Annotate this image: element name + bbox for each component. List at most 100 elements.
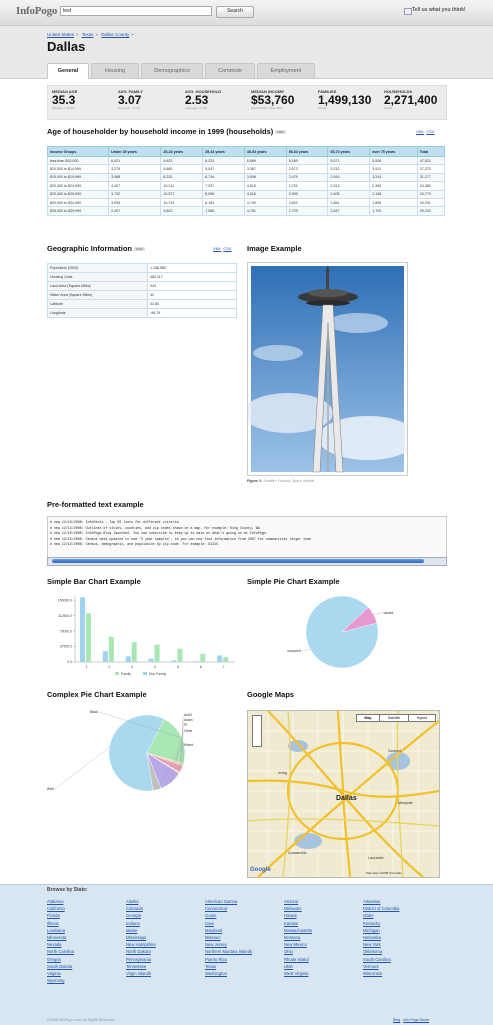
state-link[interactable]: Montana: [284, 934, 312, 941]
table-cell: 2,158: [370, 190, 418, 198]
state-link[interactable]: Wyoming: [47, 977, 74, 984]
map-type-satellite-button[interactable]: Satellite: [379, 714, 409, 722]
state-link[interactable]: Utah: [284, 963, 312, 970]
breadcrumb-link[interactable]: United States: [47, 32, 74, 37]
state-link[interactable]: Alaska: [126, 898, 156, 905]
state-link[interactable]: Connecticut: [205, 905, 252, 912]
state-link[interactable]: Alabama: [47, 898, 74, 905]
tab-commute[interactable]: Commute: [205, 63, 255, 78]
google-map[interactable]: Map Satellite Hybrid Dallas Irving Garla…: [247, 710, 440, 878]
state-link[interactable]: New Jersey: [205, 941, 252, 948]
state-link[interactable]: Oregon: [47, 956, 74, 963]
table-cell: 5,071: [328, 157, 370, 165]
state-link[interactable]: Tennessee: [126, 963, 156, 970]
state-link[interactable]: Guam: [205, 912, 252, 919]
state-link[interactable]: North Dakota: [126, 948, 156, 955]
table-cell: 6,669: [244, 157, 286, 165]
map-type-map-button[interactable]: Map: [356, 714, 380, 722]
state-link[interactable]: Missouri: [205, 934, 252, 941]
state-link[interactable]: Mississippi: [126, 934, 156, 941]
state-link[interactable]: Arkansas: [363, 898, 399, 905]
state-link[interactable]: Idaho: [363, 912, 399, 919]
column-header: 35-44 years: [203, 147, 245, 157]
table-cell: 34,389: [417, 182, 444, 190]
state-link[interactable]: Nevada: [47, 941, 74, 948]
state-link[interactable]: Virginia: [47, 970, 74, 977]
state-link[interactable]: New Mexico: [284, 941, 312, 948]
state-link[interactable]: District of Columbia: [363, 905, 399, 912]
state-link[interactable]: Kansas: [284, 920, 312, 927]
state-link[interactable]: Florida: [47, 912, 74, 919]
table-cell: 3,911: [370, 165, 418, 173]
state-link[interactable]: Colorado: [126, 905, 156, 912]
bar-family: [223, 657, 228, 662]
state-link[interactable]: South Carolina: [363, 956, 399, 963]
state-link[interactable]: Puerto Rico: [205, 956, 252, 963]
table-cell: 2,395: [370, 182, 418, 190]
state-link[interactable]: Georgia: [126, 912, 156, 919]
state-link[interactable]: American Samoa: [205, 898, 252, 905]
state-link[interactable]: New York: [363, 941, 399, 948]
state-link[interactable]: Hawaii: [284, 912, 312, 919]
state-link[interactable]: West Virginia: [284, 970, 312, 977]
logo[interactable]: InfoPogo: [16, 5, 57, 17]
table-cell: 34,779: [417, 190, 444, 198]
map-zoom-control[interactable]: [252, 715, 262, 747]
tab-general[interactable]: General: [47, 63, 89, 79]
tab-demographics[interactable]: Demographics: [141, 63, 203, 78]
state-link[interactable]: Washington: [205, 970, 252, 977]
stat-families: FAMILIES1,499,130(Total): [318, 89, 371, 110]
breadcrumb-link[interactable]: Dallas County: [101, 32, 129, 37]
column-header: 25-34 years: [161, 147, 203, 157]
state-link[interactable]: Minnesota: [47, 934, 74, 941]
state-link[interactable]: Arizona: [284, 898, 312, 905]
tab-employment[interactable]: Employment: [257, 63, 315, 78]
state-link[interactable]: Delaware: [284, 905, 312, 912]
state-link[interactable]: Michigan: [363, 927, 399, 934]
map-type-hybrid-button[interactable]: Hybrid: [408, 714, 436, 722]
search-button[interactable]: Search: [216, 6, 254, 18]
google-logo[interactable]: Google: [250, 867, 271, 873]
search-input[interactable]: test: [60, 6, 212, 16]
state-link[interactable]: California: [47, 905, 74, 912]
tab-housing[interactable]: Housing: [91, 63, 139, 78]
state-link[interactable]: Kentucky: [363, 920, 399, 927]
state-link[interactable]: Maine: [126, 927, 156, 934]
state-link[interactable]: Massachusetts: [284, 927, 312, 934]
state-link[interactable]: North Carolina: [47, 948, 74, 955]
state-link[interactable]: Rhode Island: [284, 956, 312, 963]
table-cell: 27,270: [417, 165, 444, 173]
xml-link[interactable]: XML: [416, 129, 424, 134]
state-link[interactable]: Oklahoma: [363, 948, 399, 955]
pie-leader: [55, 747, 109, 789]
scrollbar-thumb[interactable]: [52, 559, 424, 563]
state-link[interactable]: Maryland: [205, 927, 252, 934]
feedback-link[interactable]: Tell us what you think!: [412, 7, 466, 13]
state-link[interactable]: Virgin Islands: [126, 970, 156, 977]
table-cell: 3,035: [109, 198, 161, 206]
home-link[interactable]: Info Pogo Home: [403, 1018, 429, 1022]
state-link[interactable]: Iowa: [205, 920, 252, 927]
state-link[interactable]: Indiana: [126, 920, 156, 927]
state-link[interactable]: Illinois: [47, 920, 74, 927]
breadcrumb-link[interactable]: Texas: [82, 32, 94, 37]
blog-link[interactable]: Blog: [393, 1018, 400, 1022]
state-link[interactable]: Ohio: [284, 948, 312, 955]
state-link[interactable]: Texas: [205, 963, 252, 970]
csv-link[interactable]: CSV: [223, 246, 231, 251]
state-link[interactable]: South Dakota: [47, 963, 74, 970]
image-title: Image Example: [247, 244, 302, 253]
xml-link[interactable]: XML: [213, 246, 221, 251]
state-link[interactable]: Nebraska: [363, 934, 399, 941]
feedback-icon[interactable]: [404, 8, 412, 15]
column-header: over 75 years: [370, 147, 418, 157]
state-link[interactable]: Vermont: [363, 963, 399, 970]
state-link[interactable]: Northern Mariana Islands: [205, 948, 252, 955]
state-link[interactable]: Pennsylvania: [126, 956, 156, 963]
state-link[interactable]: New Hampshire: [126, 941, 156, 948]
csv-link[interactable]: CSV: [426, 129, 434, 134]
state-link[interactable]: Wisconsin: [363, 970, 399, 977]
complex-pie-chart: WhiteBlackAIANAsianPIOtherMixed: [47, 703, 237, 804]
horizontal-scrollbar[interactable]: [47, 557, 447, 566]
state-link[interactable]: Louisiana: [47, 927, 74, 934]
